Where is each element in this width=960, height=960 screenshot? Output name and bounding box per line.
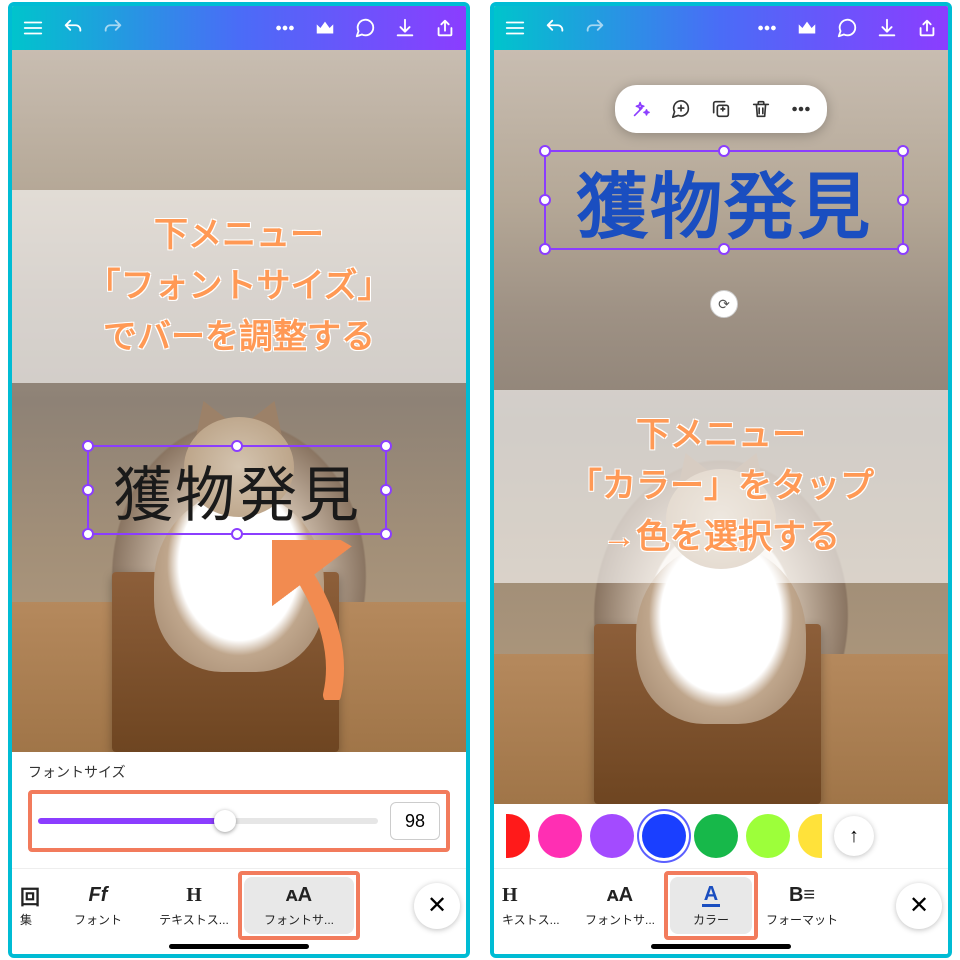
textbox-content[interactable]: 獲物発見: [576, 148, 872, 253]
font-size-icon: ᴀA: [286, 883, 312, 907]
canvas-area[interactable]: 下メニュー 「フォントサイズ」 でバーを調整する 獲物発見: [12, 50, 466, 752]
comment-icon[interactable]: [834, 15, 860, 41]
text-selection-box[interactable]: 獲物発見: [87, 445, 387, 535]
color-swatch-pink[interactable]: [538, 814, 582, 858]
top-toolbar: [494, 6, 948, 50]
share-icon[interactable]: [914, 15, 940, 41]
comment-icon[interactable]: [352, 15, 378, 41]
color-swatch-yellow[interactable]: [798, 814, 822, 858]
annotation-line: 「カラー」をタップ: [504, 461, 938, 512]
share-icon[interactable]: [432, 15, 458, 41]
font-size-value[interactable]: 98: [390, 802, 440, 840]
phone-left: 下メニュー 「フォントサイズ」 でバーを調整する 獲物発見 フォントサイズ 98: [8, 2, 470, 958]
annotation-overlay: 下メニュー 「カラー」をタップ →色を選択する: [494, 390, 948, 583]
close-icon: ✕: [427, 891, 447, 920]
bottom-item-label: テキストス...: [159, 911, 229, 928]
menu-icon[interactable]: [20, 15, 46, 41]
bottom-item-font-size[interactable]: ᴀA フォントサ...: [244, 877, 354, 934]
close-button[interactable]: ✕: [414, 883, 460, 929]
font-size-icon: ᴀA: [607, 883, 633, 907]
crown-icon[interactable]: [312, 15, 338, 41]
expand-colors-button[interactable]: ↑: [834, 816, 874, 856]
bottom-menu: 回 集 Ff フォント H テキストス... ᴀA フォントサ... ✕: [12, 868, 466, 954]
bottom-item-text-style[interactable]: H テキストス...: [148, 877, 240, 934]
color-swatch-blue[interactable]: [642, 814, 686, 858]
download-icon[interactable]: [392, 15, 418, 41]
text-selection-box[interactable]: 獲物発見 ⟳: [544, 150, 904, 250]
canvas-area[interactable]: 獲物発見 ⟳ 下メニュー 「カラー」をタップ →色を選択する: [494, 50, 948, 804]
bottom-item-format[interactable]: B≡ フォーマット: [756, 877, 848, 934]
font-size-panel: フォントサイズ 98: [12, 752, 466, 868]
color-swatch-green[interactable]: [694, 814, 738, 858]
annotation-overlay: 下メニュー 「フォントサイズ」 でバーを調整する: [12, 190, 466, 383]
bottom-item-font-size[interactable]: ᴀA フォントサ...: [574, 877, 666, 934]
bottom-item-label: 集: [20, 911, 32, 928]
annotation-line: でバーを調整する: [22, 312, 456, 363]
redo-icon[interactable]: [100, 15, 126, 41]
bottom-item-label: キストス...: [502, 911, 560, 928]
rotate-handle[interactable]: ⟳: [710, 290, 738, 318]
slider-label: フォントサイズ: [28, 762, 450, 782]
color-panel: ↑: [494, 804, 948, 868]
menu-icon[interactable]: [502, 15, 528, 41]
annotation-line: 下メニュー: [22, 210, 456, 261]
bottom-item-edit[interactable]: 回 集: [18, 877, 48, 934]
font-icon: Ff: [89, 883, 108, 907]
color-swatch-lime[interactable]: [746, 814, 790, 858]
phone-right: 獲物発見 ⟳ 下メニュー 「カラー」をタップ →色を選択する ↑ H キストス.…: [490, 2, 952, 958]
close-button[interactable]: ✕: [896, 883, 942, 929]
bottom-item-label: フォントサ...: [585, 911, 655, 928]
undo-icon[interactable]: [542, 15, 568, 41]
context-toolbar: [615, 85, 827, 133]
bottom-item-label: カラー: [693, 911, 729, 928]
undo-icon[interactable]: [60, 15, 86, 41]
bottom-item-label: フォントサ...: [264, 911, 334, 928]
home-indicator: [651, 944, 791, 949]
more-options-button[interactable]: [783, 91, 819, 127]
top-toolbar: [12, 6, 466, 50]
close-icon: ✕: [909, 891, 929, 920]
bottom-item-label: フォーマット: [766, 911, 838, 928]
slider-thumb[interactable]: [214, 810, 236, 832]
format-icon: B≡: [789, 883, 815, 907]
text-style-icon: H: [186, 883, 202, 907]
textbox-content[interactable]: 獲物発見: [113, 447, 361, 534]
bottom-menu: H キストス... ᴀA フォントサ... A カラー B≡ フォーマット ✕: [494, 868, 948, 954]
add-comment-button[interactable]: [663, 91, 699, 127]
color-swatch-red[interactable]: [506, 814, 530, 858]
arrow-up-icon: ↑: [849, 825, 859, 848]
ai-magic-button[interactable]: [623, 91, 659, 127]
download-icon[interactable]: [874, 15, 900, 41]
duplicate-button[interactable]: [703, 91, 739, 127]
bottom-item-color[interactable]: A カラー: [670, 877, 752, 934]
bottom-item-font[interactable]: Ff フォント: [52, 877, 144, 934]
more-icon[interactable]: [754, 15, 780, 41]
slider-highlight-box: 98: [28, 790, 450, 852]
color-icon: A: [702, 883, 720, 907]
text-style-icon: H: [502, 883, 518, 907]
font-size-slider[interactable]: [38, 818, 378, 824]
delete-button[interactable]: [743, 91, 779, 127]
annotation-line: 「フォントサイズ」: [22, 261, 456, 312]
more-icon[interactable]: [272, 15, 298, 41]
redo-icon[interactable]: [582, 15, 608, 41]
home-indicator: [169, 944, 309, 949]
annotation-line: 下メニュー: [504, 410, 938, 461]
edit-icon: 回: [20, 883, 40, 907]
annotation-line: →色を選択する: [504, 512, 938, 563]
bottom-item-text-style[interactable]: H キストス...: [500, 877, 570, 934]
bottom-item-label: フォント: [74, 911, 122, 928]
color-swatch-purple[interactable]: [590, 814, 634, 858]
crown-icon[interactable]: [794, 15, 820, 41]
